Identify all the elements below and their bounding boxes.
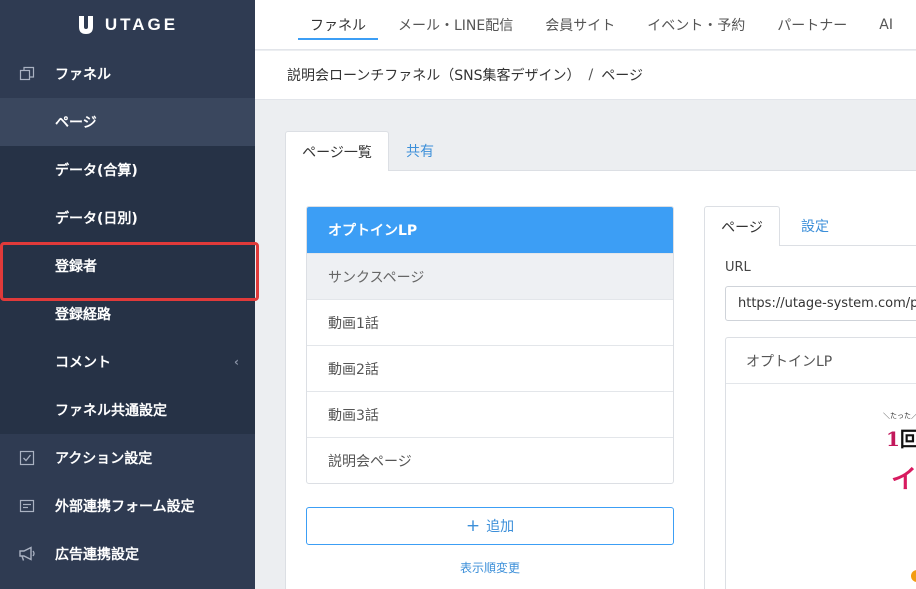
list-item[interactable]: オプトインLP: [307, 207, 673, 253]
sidebar: UTAGE ファネル ページ データ(合算) データ(日別) 登録者 登録経路 …: [0, 0, 259, 589]
checkbox-icon: [18, 449, 36, 467]
breadcrumb-parent[interactable]: 説明会ローンチファネル（SNS集客デザイン）: [287, 65, 581, 85]
sidebar-item-label: 広告連携設定: [55, 547, 139, 563]
sidebar-item-label: ファネル共通設定: [55, 403, 167, 419]
brand-name: UTAGE: [104, 15, 179, 34]
header-tab-ai[interactable]: AI: [879, 0, 893, 50]
url-label: URL: [725, 260, 751, 275]
sidebar-item-ad-settings[interactable]: 広告連携設定: [0, 530, 255, 578]
sidebar-item-label: 外部連携フォーム設定: [55, 499, 195, 515]
list-item[interactable]: 動画1話: [307, 299, 673, 345]
preview-title: オプトインLP: [726, 338, 916, 384]
sidebar-item-funnel-common-settings[interactable]: ファネル共通設定: [0, 386, 255, 434]
sidebar-item-label: 登録経路: [55, 307, 111, 323]
header-tab-event[interactable]: イベント・予約: [647, 0, 745, 50]
header-tab-mail-line[interactable]: メール・LINE配信: [398, 0, 513, 50]
sidebar-item-label: ファネル: [55, 67, 111, 83]
main-tabs: ページ一覧 共有: [285, 131, 451, 171]
header-tab-funnel[interactable]: ファネル: [298, 0, 378, 50]
copy-icon: [18, 65, 36, 83]
list-item[interactable]: 説明会ページ: [307, 437, 673, 483]
form-icon: [18, 497, 36, 515]
sidebar-item-data-daily[interactable]: データ(日別): [0, 194, 255, 242]
megaphone-icon: [18, 545, 36, 563]
sidebar-item-registration-route[interactable]: 登録経路: [0, 290, 255, 338]
panel-border: [704, 245, 705, 589]
page-preview: オプトインLP: [725, 337, 916, 589]
sidebar-item-external-form-settings[interactable]: 外部連携フォーム設定: [0, 482, 255, 530]
tab-settings[interactable]: 設定: [780, 206, 850, 246]
sidebar-item-pages[interactable]: ページ: [0, 98, 255, 146]
add-page-button[interactable]: + 追加: [306, 507, 674, 545]
breadcrumb-separator: /: [588, 67, 594, 83]
sidebar-item-action-settings[interactable]: アクション設定: [0, 434, 255, 482]
tab-page-list[interactable]: ページ一覧: [285, 131, 389, 171]
reorder-link[interactable]: 表示順変更: [306, 559, 674, 576]
sidebar-item-registrants[interactable]: 登録者: [0, 242, 255, 290]
sidebar-item-comments[interactable]: コメント ‹: [0, 338, 255, 386]
sidebar-item-label: ページ: [55, 115, 97, 131]
tab-share[interactable]: 共有: [389, 131, 451, 171]
list-item[interactable]: 動画2話: [307, 345, 673, 391]
tab-divider: [780, 245, 916, 246]
header-tab-partner[interactable]: パートナー: [777, 0, 847, 50]
logo[interactable]: UTAGE: [0, 0, 255, 50]
header-tab-member-site[interactable]: 会員サイト: [545, 0, 615, 50]
breadcrumb-current: ページ: [601, 68, 643, 84]
breadcrumb: 説明会ローンチファネル（SNS集客デザイン） / ページ: [255, 51, 916, 100]
list-item[interactable]: 動画3話: [307, 391, 673, 437]
right-panel-tabs: ページ 設定: [704, 206, 850, 246]
sidebar-item-label: コメント: [55, 355, 111, 371]
url-field[interactable]: https://utage-system.com/p/: [725, 286, 916, 321]
plus-icon: +: [465, 516, 481, 536]
sidebar-item-label: データ(合算): [55, 163, 138, 179]
sidebar-item-label: アクション設定: [55, 451, 153, 467]
chevron-left-icon: ‹: [234, 355, 239, 369]
sidebar-item-data-total[interactable]: データ(合算): [0, 146, 255, 194]
list-item[interactable]: サンクスページ: [307, 253, 673, 299]
top-header: ファネル メール・LINE配信 会員サイト イベント・予約 パートナー AI: [255, 0, 916, 50]
sidebar-item-label: 登録者: [55, 259, 97, 275]
sidebar-item-label: データ(日別): [55, 211, 138, 227]
tab-page[interactable]: ページ: [704, 206, 780, 246]
utage-logo-icon: [78, 16, 93, 34]
page-list: オプトインLP サンクスページ 動画1話 動画2話 動画3話 説明会ページ: [306, 206, 674, 484]
sidebar-item-funnel[interactable]: ファネル: [0, 50, 255, 98]
add-label: 追加: [486, 519, 515, 535]
